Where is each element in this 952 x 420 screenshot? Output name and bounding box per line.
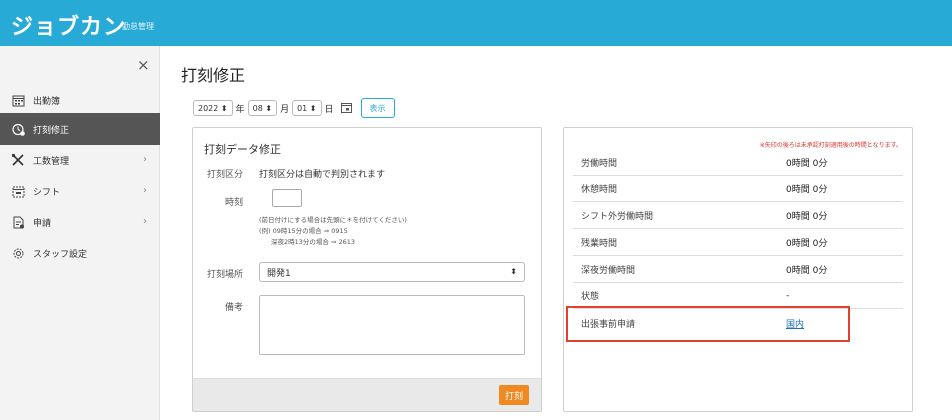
summary-row: 残業時間 0時間 0分	[573, 230, 903, 256]
page-title: 打刻修正	[181, 66, 246, 85]
memo-textarea[interactable]	[259, 295, 525, 355]
summary-row-value: -	[786, 290, 790, 301]
summary-row-label: 休憩時間	[581, 185, 618, 195]
stamp-type-label: 打刻区分	[206, 170, 243, 180]
work-summary-card: ※矢印の後ろは未承認打刻適用後の時間となります。 労働時間 0時間 0分 休憩時…	[563, 127, 913, 412]
year-select[interactable]: 2022 ⬍	[193, 100, 233, 116]
month-unit: 月	[280, 104, 290, 115]
summary-row: 休憩時間 0時間 0分	[573, 176, 903, 202]
sidebar-item-stamp-correction[interactable]: 打刻修正	[0, 113, 160, 145]
month-select[interactable]: 08 ⬍	[247, 100, 278, 116]
chevron-right-icon: ›	[143, 216, 147, 227]
time-hint-prefix: (前日付けにする場合は先頭に＊を付けてください)	[259, 216, 407, 224]
summary-row-label: 残業時間	[581, 239, 618, 249]
sidebar-item-label: シフト	[33, 187, 61, 198]
show-button[interactable]: 表示	[360, 98, 395, 118]
chevron-right-icon: ›	[143, 154, 147, 165]
day-unit: 日	[324, 104, 334, 115]
clock-edit-icon	[11, 122, 25, 136]
year-select-value: 2022	[198, 103, 219, 113]
summary-row-label: 深夜労働時間	[581, 266, 636, 276]
sidebar-item-label: 出勤簿	[33, 96, 61, 107]
close-sidebar-icon[interactable]: ×	[137, 56, 150, 74]
day-select-value: 01	[297, 103, 308, 113]
app-header: ジョブカン 勤怠管理	[0, 0, 952, 46]
select-arrows-icon: ⬍	[510, 267, 517, 276]
chevron-right-icon: ›	[143, 185, 147, 196]
highlight-box	[566, 306, 850, 342]
stamp-submit-button[interactable]: 打刻	[499, 385, 529, 405]
sidebar-item-label: 工数管理	[33, 156, 70, 167]
time-label: 時刻	[224, 198, 243, 208]
time-input[interactable]	[272, 189, 302, 207]
day-select[interactable]: 01 ⬍	[292, 100, 322, 116]
calendar-grid-icon	[11, 93, 25, 107]
sidebar-item-attendance[interactable]: 出勤簿	[0, 84, 160, 116]
app-logo-subtitle: 勤怠管理	[122, 22, 154, 31]
time-hint-late-night: 深夜2時13分の場合 ⇒ 2613	[271, 238, 356, 246]
summary-note: ※矢印の後ろは未承認打刻適用後の時間となります。	[759, 142, 902, 149]
summary-row-value: 0時間 0分	[786, 239, 828, 249]
sidebar: × 出勤簿 打刻修正 工数管理 › シフト › 申請 › スタッフ設定	[0, 46, 160, 420]
summary-row-value: 0時間 0分	[786, 185, 828, 195]
card-footer: 打刻	[193, 378, 541, 411]
sidebar-item-shift[interactable]: シフト ›	[0, 175, 160, 207]
sidebar-item-label: 打刻修正	[33, 125, 70, 136]
sidebar-item-request[interactable]: 申請 ›	[0, 206, 160, 238]
time-hint-example: (例) 09時15分の場合 ⇒ 0915	[259, 227, 348, 235]
place-label: 打刻場所	[206, 270, 243, 280]
place-select[interactable]: 開発1 ⬍	[259, 262, 525, 282]
stamp-type-value: 打刻区分は自動で判別されます	[259, 170, 386, 180]
summary-row: 深夜労働時間 0時間 0分	[573, 257, 903, 283]
sidebar-item-label: スタッフ設定	[33, 249, 88, 260]
calendar-picker-icon[interactable]	[340, 102, 353, 114]
sidebar-item-man-hours[interactable]: 工数管理 ›	[0, 144, 160, 176]
summary-row-value: 0時間 0分	[786, 266, 828, 276]
stamp-edit-card: 打刻データ修正 打刻区分 打刻区分は自動で判別されます 時刻 (前日付けにする場…	[192, 127, 542, 412]
summary-row-label: シフト外労働時間	[581, 212, 654, 222]
summary-row-label: 労働時間	[581, 159, 618, 169]
sidebar-item-staff-settings[interactable]: スタッフ設定	[0, 237, 160, 269]
summary-row: 労働時間 0時間 0分	[573, 150, 903, 176]
summary-row-value: 0時間 0分	[786, 159, 828, 169]
year-unit: 年	[235, 104, 245, 115]
app-logo[interactable]: ジョブカン	[11, 9, 126, 41]
memo-label: 備考	[224, 303, 243, 313]
date-selector: 2022 ⬍ 年 08 ⬍ 月 01 ⬍ 日 表示	[193, 97, 395, 119]
calendar-icon	[11, 184, 25, 198]
month-select-value: 08	[252, 103, 263, 113]
tools-icon	[11, 153, 25, 167]
summary-row: シフト外労働時間 0時間 0分	[573, 203, 903, 229]
sidebar-item-label: 申請	[33, 218, 52, 229]
summary-row-label: 状態	[581, 292, 600, 302]
place-select-value: 開発1	[267, 268, 291, 279]
summary-row-value: 0時間 0分	[786, 212, 828, 222]
document-icon	[11, 215, 25, 229]
card-title: 打刻データ修正	[204, 143, 281, 156]
gear-icon	[11, 246, 25, 260]
